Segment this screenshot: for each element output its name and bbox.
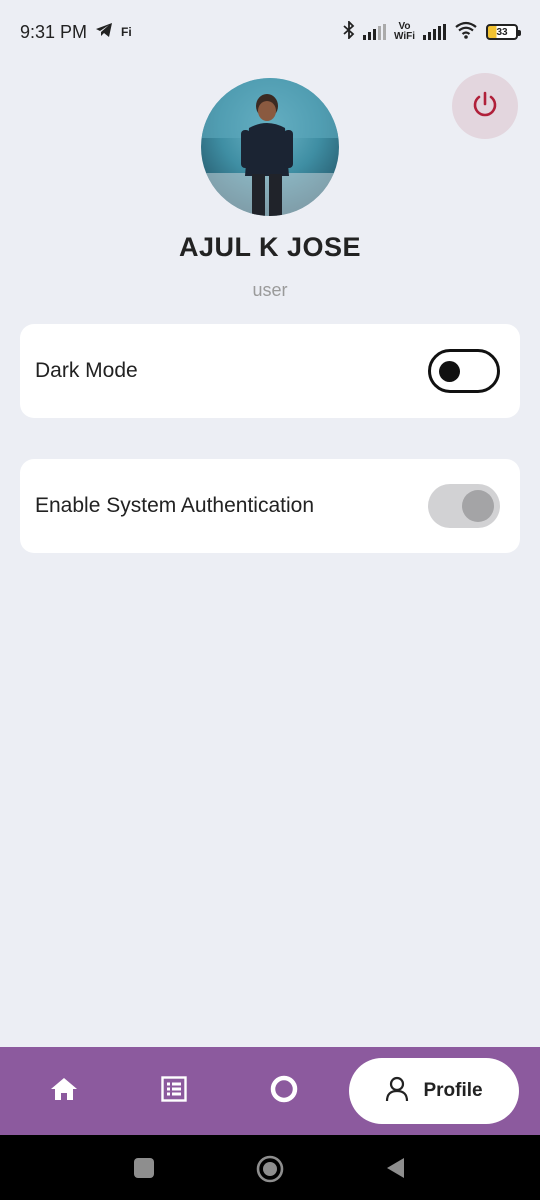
signal-icon-2 — [423, 24, 446, 40]
fi-icon: Fi — [121, 25, 132, 39]
system-auth-toggle[interactable] — [428, 484, 500, 528]
avatar-photo — [201, 78, 339, 216]
home-button[interactable] — [256, 1155, 284, 1183]
wifi-icon — [454, 21, 478, 44]
recents-button[interactable] — [131, 1155, 157, 1181]
nav-circle[interactable] — [262, 1069, 306, 1113]
vowifi-icon: Vo WiFi — [394, 22, 415, 42]
bottom-nav: Profile — [0, 1047, 540, 1135]
status-left: 9:31 PM Fi — [20, 22, 132, 43]
toggle-knob — [462, 490, 494, 522]
dark-mode-toggle[interactable] — [428, 349, 500, 393]
power-icon — [470, 89, 500, 124]
profile-screen: 9:31 PM Fi Vo WiFi 33 AJUL K JOSE user D… — [0, 0, 540, 1200]
nav-profile[interactable]: Profile — [349, 1058, 519, 1124]
toggle-knob — [439, 361, 460, 382]
nav-home[interactable] — [42, 1069, 86, 1113]
signal-icon — [362, 24, 386, 40]
system-nav-bar — [0, 1135, 540, 1200]
battery-icon: 33 — [486, 24, 521, 40]
nav-profile-label: Profile — [423, 1080, 483, 1101]
list-icon — [161, 1075, 187, 1107]
user-name: AJUL K JOSE — [178, 232, 362, 262]
system-auth-label: Enable System Authentication — [35, 494, 315, 517]
circle-icon — [269, 1074, 299, 1109]
status-bar: 9:31 PM Fi Vo WiFi 33 — [0, 0, 540, 64]
back-button[interactable] — [383, 1155, 409, 1181]
home-circle-icon — [256, 1155, 284, 1183]
dark-mode-label: Dark Mode — [35, 359, 138, 382]
nav-list[interactable] — [152, 1069, 196, 1113]
avatar — [201, 78, 339, 216]
square-icon — [134, 1158, 154, 1178]
status-right: Vo WiFi 33 — [343, 19, 521, 44]
person-icon — [385, 1076, 409, 1107]
dark-mode-card: Dark Mode — [20, 324, 520, 418]
back-triangle-icon — [387, 1158, 404, 1178]
telegram-icon — [95, 22, 113, 43]
bluetooth-icon — [343, 19, 355, 44]
system-auth-card: Enable System Authentication — [20, 459, 520, 553]
user-role: user — [252, 280, 288, 300]
status-time: 9:31 PM — [20, 21, 88, 42]
home-icon — [50, 1076, 78, 1107]
vowifi-bottom: WiFi — [393, 31, 415, 42]
logout-button[interactable] — [452, 73, 518, 139]
